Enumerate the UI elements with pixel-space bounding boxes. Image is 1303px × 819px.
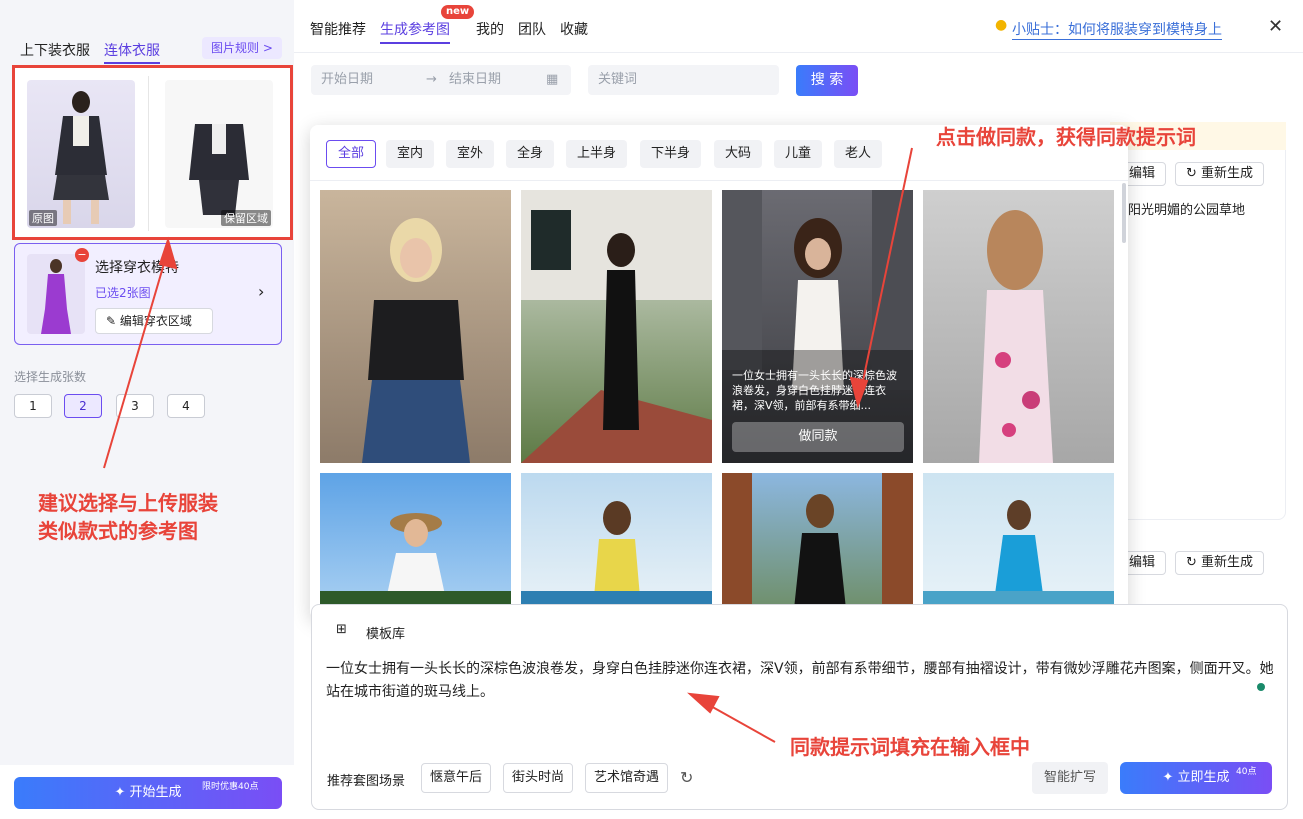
annotation-top: 点击做同款，获得同款提示词 bbox=[936, 125, 1196, 149]
annotation-bottom: 同款提示词填充在输入框中 bbox=[790, 735, 1030, 759]
annotation-left-2: 类似款式的参考图 bbox=[38, 519, 198, 543]
annotation-left-1: 建议选择与上传服装 bbox=[38, 491, 218, 515]
